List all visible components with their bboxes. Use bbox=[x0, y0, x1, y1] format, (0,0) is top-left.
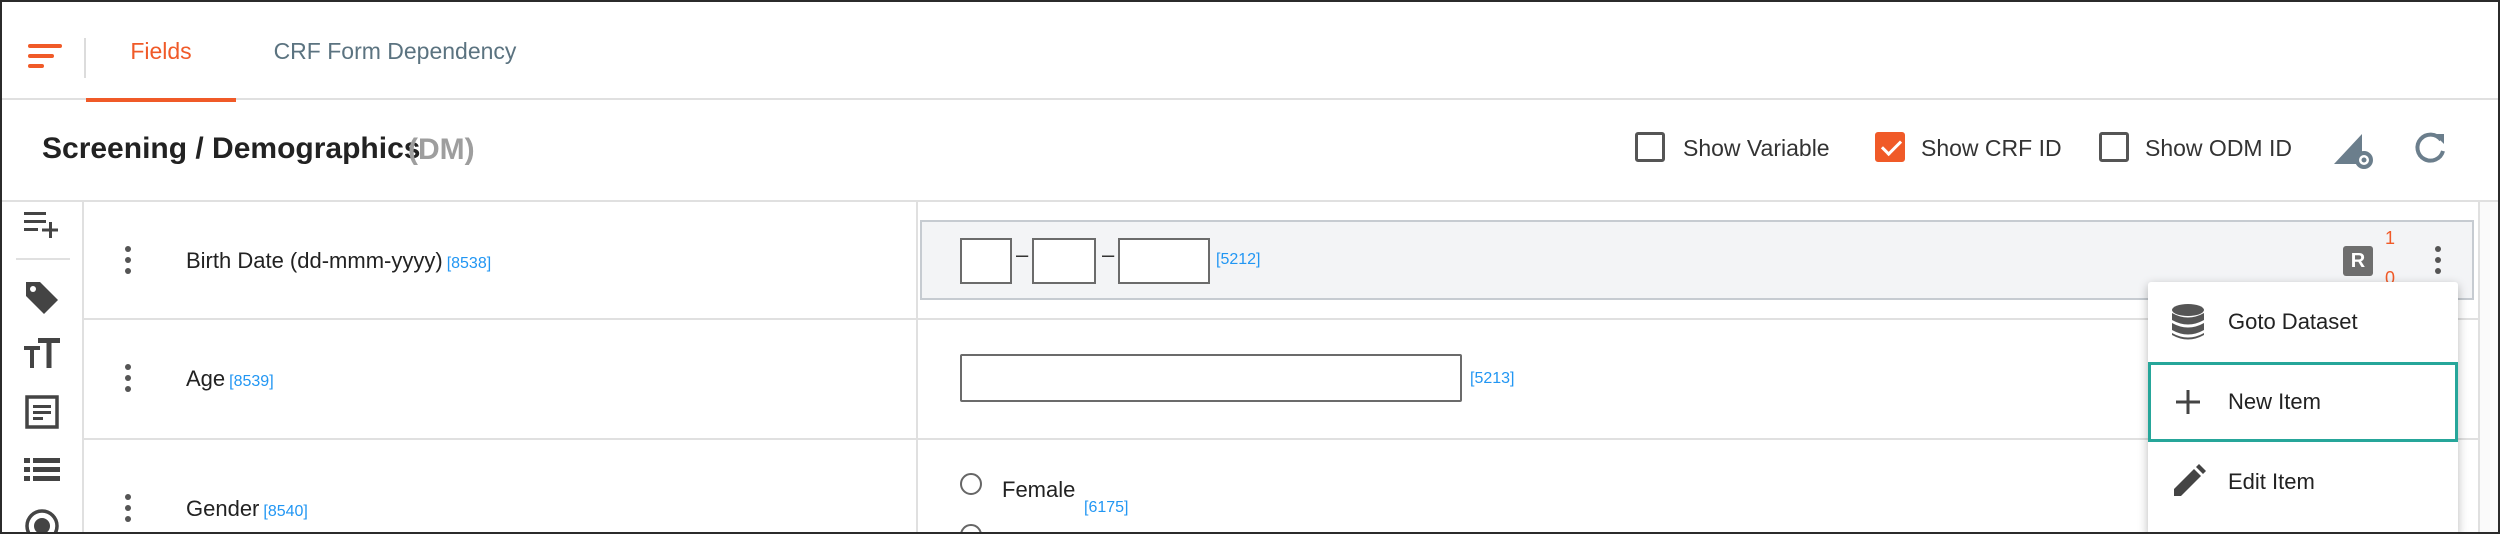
page-title: Screening / Demographics bbox=[42, 132, 421, 165]
question-text: Gender bbox=[186, 496, 260, 521]
question-label: Age [8539] bbox=[186, 366, 274, 392]
field-id: [5213] bbox=[1470, 370, 1515, 387]
count-top: 1 bbox=[2385, 228, 2396, 248]
count-bottom: 0 bbox=[2385, 268, 2396, 282]
question-label: Birth Date (dd-mmm-yyyy) [8538] bbox=[186, 248, 491, 274]
database-icon bbox=[2168, 302, 2208, 342]
more-options-icon[interactable] bbox=[2434, 246, 2442, 276]
row-drag-handle[interactable] bbox=[124, 364, 132, 394]
show-odm-id-checkbox[interactable] bbox=[2099, 132, 2129, 162]
tab-fields[interactable]: Fields bbox=[86, 2, 236, 102]
menu-item-label: New Item bbox=[2228, 389, 2321, 414]
date-separator: – bbox=[1016, 242, 1029, 267]
question-id: [8540] bbox=[263, 503, 308, 520]
question-text: Age bbox=[186, 366, 226, 391]
show-crf-id-label[interactable]: Show CRF ID bbox=[1921, 135, 2062, 162]
divider bbox=[16, 258, 70, 260]
required-badge: R bbox=[2343, 246, 2373, 276]
show-odm-id-label[interactable]: Show ODM ID bbox=[2145, 135, 2292, 162]
menu-item-new-item[interactable]: New Item bbox=[2148, 362, 2458, 442]
refresh-icon[interactable] bbox=[2408, 126, 2452, 170]
app-window: Fields CRF Form Dependency Screening / D… bbox=[0, 0, 2500, 534]
menu-item-goto-dataset[interactable]: Goto Dataset bbox=[2148, 282, 2458, 362]
date-separator: – bbox=[1102, 242, 1115, 267]
list-icon[interactable] bbox=[22, 450, 62, 490]
plus-icon bbox=[2168, 382, 2208, 422]
left-toolbar bbox=[2, 202, 84, 532]
menu-item-edit-item[interactable]: Edit Item bbox=[2148, 442, 2458, 522]
row-drag-handle[interactable] bbox=[124, 494, 132, 524]
age-input[interactable] bbox=[960, 354, 1462, 402]
text-size-icon[interactable] bbox=[22, 334, 62, 374]
form-header: Screening / Demographics (DM) Show Varia… bbox=[2, 100, 2498, 202]
field-id: [5212] bbox=[1216, 251, 1261, 268]
show-crf-id-checkbox[interactable] bbox=[1875, 132, 1905, 162]
add-list-icon[interactable] bbox=[22, 206, 62, 246]
tag-icon[interactable] bbox=[22, 276, 62, 316]
radio-label: Female bbox=[1002, 477, 1076, 502]
form-icon[interactable] bbox=[22, 392, 62, 432]
context-menu: Goto Dataset New Item Edit Item bbox=[2148, 282, 2458, 532]
day-input[interactable] bbox=[960, 238, 1012, 284]
radio-female[interactable] bbox=[960, 473, 982, 495]
show-variable-label[interactable]: Show Variable bbox=[1683, 135, 1830, 162]
radio-icon[interactable] bbox=[22, 506, 62, 532]
row-drag-handle[interactable] bbox=[124, 246, 132, 276]
scrollbar[interactable] bbox=[2478, 202, 2498, 532]
question-id: [8538] bbox=[446, 255, 492, 272]
question-label: Gender [8540] bbox=[186, 496, 308, 522]
settings-icon[interactable] bbox=[2330, 126, 2374, 170]
question-id: [8539] bbox=[229, 373, 274, 390]
tab-crf-form-dependency[interactable]: CRF Form Dependency bbox=[236, 2, 554, 100]
year-input[interactable] bbox=[1118, 238, 1210, 284]
menu-item-label: Edit Item bbox=[2228, 469, 2315, 494]
question-text: Birth Date (dd-mmm-yyyy) bbox=[186, 248, 443, 273]
table-row: Gender [8540] bbox=[84, 440, 2478, 532]
form-code: (DM) bbox=[408, 133, 475, 166]
month-input[interactable] bbox=[1032, 238, 1096, 284]
pencil-icon bbox=[2168, 462, 2208, 502]
menu-item-label: Goto Dataset bbox=[2228, 309, 2358, 334]
tab-bar: Fields CRF Form Dependency bbox=[2, 2, 2498, 102]
show-variable-checkbox[interactable] bbox=[1635, 132, 1665, 162]
menu-icon[interactable] bbox=[28, 44, 62, 70]
field-id: [6175] bbox=[1084, 499, 1129, 516]
